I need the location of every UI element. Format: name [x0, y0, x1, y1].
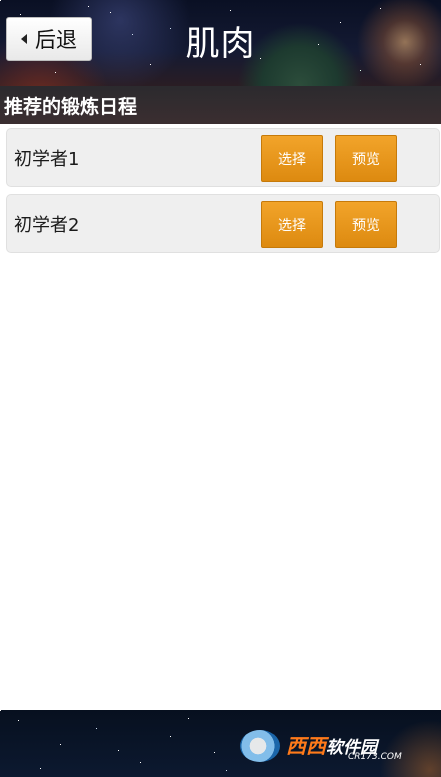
watermark-brand: 西西	[286, 733, 326, 758]
watermark-logo: 西西软件园 CR173.COM	[240, 726, 440, 766]
preview-button[interactable]: 预览	[335, 135, 397, 182]
section-header: 推荐的锻炼日程	[0, 86, 441, 124]
select-button[interactable]: 选择	[261, 135, 323, 182]
schedule-list: 初学者1 选择 预览 初学者2 选择 预览	[6, 128, 440, 260]
preview-button[interactable]: 预览	[335, 201, 397, 248]
select-button[interactable]: 选择	[261, 201, 323, 248]
schedule-name: 初学者1	[14, 148, 80, 170]
section-title: 推荐的锻炼日程	[4, 95, 138, 118]
schedule-row: 初学者2 选择 预览	[6, 194, 440, 253]
watermark-site: CR173.COM	[348, 752, 402, 762]
schedule-name: 初学者2	[14, 214, 80, 236]
schedule-row: 初学者1 选择 预览	[6, 128, 440, 187]
header-bar: 后退 肌肉	[0, 0, 441, 86]
page-title: 肌肉	[185, 24, 256, 64]
watermark-c-icon	[240, 730, 280, 762]
